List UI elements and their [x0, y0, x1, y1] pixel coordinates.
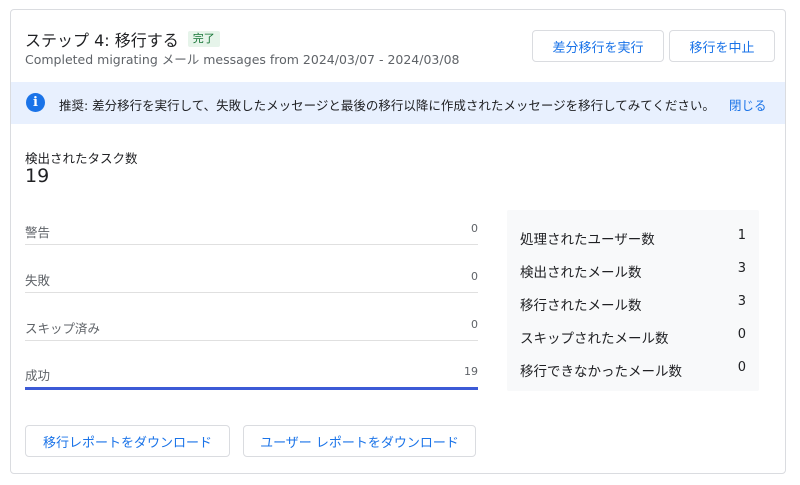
download-migration-report-button[interactable]: 移行レポートをダウンロード: [25, 425, 230, 457]
detected-tasks-value: 19: [25, 165, 50, 187]
stat-row-failed: 失敗 0: [25, 270, 478, 293]
stat-row-skipped: スキップ済み 0: [25, 318, 478, 341]
summary-value: 3: [737, 294, 746, 309]
migration-subtitle: Completed migrating メール messages from 20…: [25, 52, 460, 67]
stat-value: 19: [464, 365, 478, 378]
stop-migration-button[interactable]: 移行を中止: [669, 30, 775, 62]
stat-row-success: 成功 19: [25, 365, 478, 390]
summary-value: 1: [737, 228, 746, 243]
summary-row-mails-skipped: スキップされたメール数 0: [520, 327, 746, 347]
status-badge: 完了: [187, 31, 220, 47]
banner-text: 推奨: 差分移行を実行して、失敗したメッセージと最後の移行以降に作成されたメッセ…: [59, 98, 715, 113]
summary-label: 検出されたメール数: [520, 265, 642, 281]
download-user-report-button[interactable]: ユーザー レポートをダウンロード: [243, 425, 476, 457]
step-title: ステップ 4: 移行する: [25, 31, 179, 50]
stat-label: スキップ済み: [25, 321, 101, 336]
recommendation-banner: i 推奨: 差分移行を実行して、失敗したメッセージと最後の移行以降に作成されたメ…: [11, 82, 785, 124]
banner-close-link[interactable]: 閉じる: [729, 95, 767, 114]
summary-value: 0: [737, 360, 746, 375]
summary-label: 移行できなかったメール数: [520, 364, 682, 380]
summary-row-mails-detected: 検出されたメール数 3: [520, 261, 746, 281]
card-header: ステップ 4: 移行する 完了 Completed migrating メール …: [11, 10, 785, 82]
run-delta-migration-button[interactable]: 差分移行を実行: [532, 30, 664, 62]
summary-label: 処理されたユーザー数: [520, 232, 655, 248]
stat-label: 成功: [25, 368, 51, 383]
summary-row-mails-migrated: 移行されたメール数 3: [520, 294, 746, 314]
summary-panel: 処理されたユーザー数 1 検出されたメール数 3 移行されたメール数 3 スキッ…: [507, 210, 759, 391]
stat-value: 0: [471, 270, 478, 283]
summary-row-users-processed: 処理されたユーザー数 1: [520, 228, 746, 248]
summary-label: スキップされたメール数: [520, 331, 669, 347]
summary-value: 3: [737, 261, 746, 276]
stat-label: 失敗: [25, 273, 51, 288]
summary-row-mails-failed: 移行できなかったメール数 0: [520, 360, 746, 380]
stat-row-warning: 警告 0: [25, 222, 478, 245]
info-icon: i: [26, 93, 45, 112]
migration-step-card: ステップ 4: 移行する 完了 Completed migrating メール …: [10, 9, 786, 474]
stat-value: 0: [471, 222, 478, 235]
summary-value: 0: [737, 327, 746, 342]
stat-value: 0: [471, 318, 478, 331]
summary-label: 移行されたメール数: [520, 298, 642, 314]
title-row: ステップ 4: 移行する 完了: [25, 27, 220, 51]
stat-label: 警告: [25, 225, 51, 240]
